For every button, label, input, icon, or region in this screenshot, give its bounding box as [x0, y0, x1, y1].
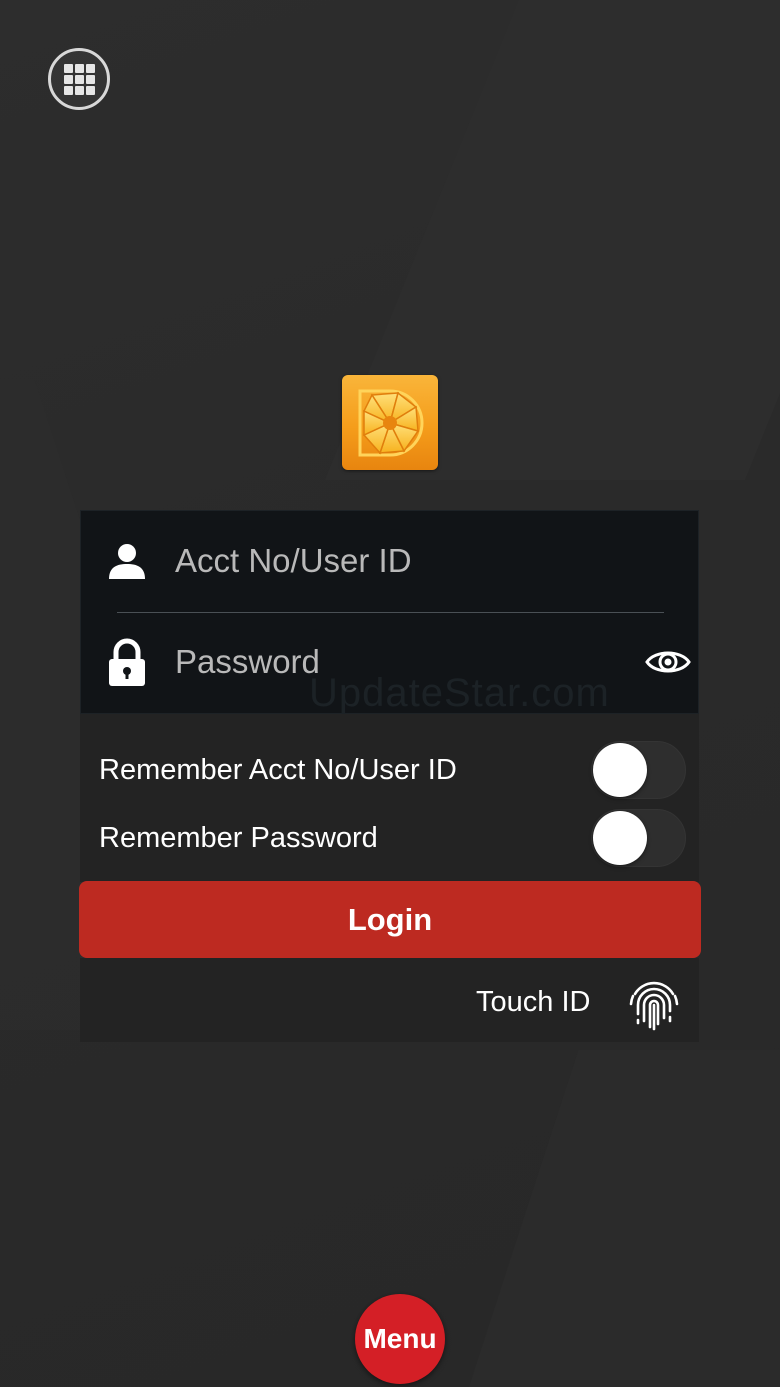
- remember-password-row: Remember Password: [80, 804, 699, 872]
- show-password-toggle[interactable]: [644, 645, 692, 679]
- fingerprint-icon[interactable]: [625, 974, 683, 1032]
- eye-icon: [645, 651, 691, 673]
- remember-password-switch[interactable]: [591, 809, 686, 867]
- touch-id-label: Touch ID: [476, 986, 591, 1018]
- grid-icon: [63, 63, 95, 95]
- aperture-logo-icon: [358, 389, 424, 456]
- user-id-row: [81, 511, 700, 611]
- switch-knob: [593, 743, 647, 797]
- touch-id-panel[interactable]: Touch ID: [80, 958, 699, 1042]
- background-shape: [461, 1050, 780, 1387]
- switch-knob: [593, 811, 647, 865]
- user-icon: [107, 539, 147, 583]
- login-card: UpdateStar.com: [80, 510, 700, 715]
- remember-options-panel: Remember Acct No/User ID Remember Passwo…: [80, 714, 699, 882]
- login-screen: UpdateStar.com Remember Acct No/User ID …: [0, 0, 780, 1387]
- remember-user-label: Remember Acct No/User ID: [99, 753, 457, 786]
- login-button[interactable]: Login: [79, 881, 701, 958]
- password-input[interactable]: [175, 632, 625, 692]
- user-id-input[interactable]: [175, 531, 625, 591]
- apps-grid-button[interactable]: [48, 48, 110, 110]
- app-logo: [342, 375, 438, 470]
- lock-icon: [107, 638, 147, 686]
- remember-password-label: Remember Password: [99, 821, 378, 854]
- password-row: [81, 612, 700, 712]
- remember-user-switch[interactable]: [591, 741, 686, 799]
- remember-user-row: Remember Acct No/User ID: [80, 736, 699, 804]
- menu-button[interactable]: Menu: [355, 1294, 445, 1384]
